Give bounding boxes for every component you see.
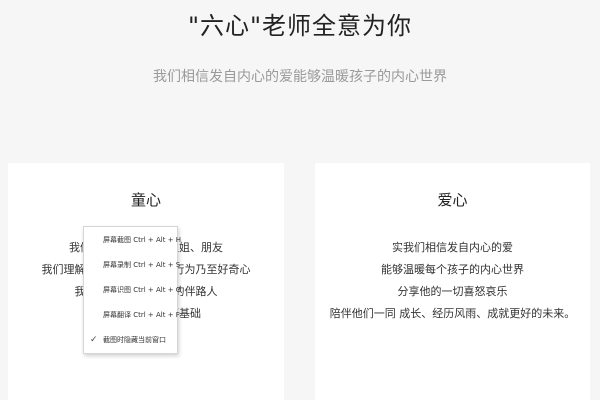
card-line: 陪伴他们一同 成长、经历风雨、成就更好的未来。: [329, 307, 576, 320]
menu-item-label: 截图时隐藏当前窗口: [103, 336, 166, 344]
card-title: 童心: [130, 191, 161, 209]
menu-item-label: 屏幕录制 Ctrl + Alt + S: [103, 261, 181, 269]
card-line: 实我们相信发自内心的爱: [392, 241, 513, 254]
menu-item-label: 屏幕翻译 Ctrl + Alt + F: [103, 311, 180, 319]
menu-item-screenshot[interactable]: 屏幕截图 Ctrl + Alt + H: [84, 229, 181, 251]
card-line: 能够温暖每个孩子的内心世界: [381, 263, 524, 276]
card-line: 分享他的一切喜怒哀乐: [397, 285, 508, 298]
page-title: "六心"老师全意为你: [187, 12, 413, 40]
menu-item-label: 屏幕识图 Ctrl + Alt + O: [103, 286, 182, 294]
menu-item-label: 屏幕截图 Ctrl + Alt + H: [103, 236, 182, 244]
menu-item-screen-ocr[interactable]: 屏幕识图 Ctrl + Alt + O: [84, 279, 181, 301]
page-subtitle: 我们相信发自内心的爱能够温暖孩子的内心世界: [153, 69, 447, 85]
screenshot-context-menu: 屏幕截图 Ctrl + Alt + H 屏幕录制 Ctrl + Alt + S …: [83, 226, 181, 354]
card-body: 实我们相信发自内心的爱 能够温暖每个孩子的内心世界 分享他的一切喜怒哀乐 陪伴他…: [315, 237, 590, 325]
card-aixin: 爱心 实我们相信发自内心的爱 能够温暖每个孩子的内心世界 分享他的一切喜怒哀乐 …: [315, 163, 590, 400]
menu-item-hide-window[interactable]: ✓ 截图时隐藏当前窗口: [84, 329, 177, 351]
card-title: 爱心: [437, 191, 468, 209]
menu-item-screen-record[interactable]: 屏幕录制 Ctrl + Alt + S: [84, 254, 181, 276]
menu-item-screen-translate[interactable]: 屏幕翻译 Ctrl + Alt + F: [84, 304, 180, 326]
check-icon: ✓: [90, 335, 98, 345]
